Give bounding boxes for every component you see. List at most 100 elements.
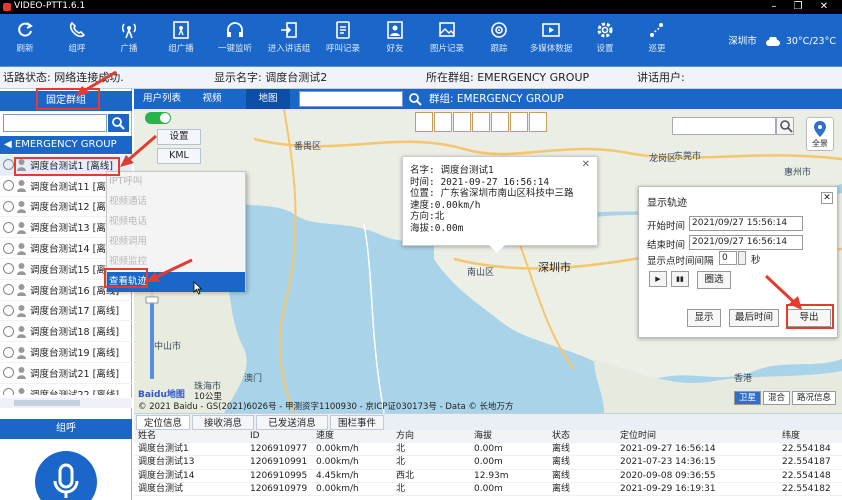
column-header[interactable]: 纬度 bbox=[782, 430, 842, 443]
table-row[interactable]: 调度台测试1 1206910977 0.00km/h 北 0.00m 离线 20… bbox=[134, 443, 842, 457]
map-place-search-input[interactable] bbox=[672, 117, 776, 135]
member-item[interactable]: 调度台测试17 [离线] bbox=[0, 301, 132, 322]
group-header[interactable]: ◀ EMERGENCY GROUP bbox=[0, 136, 132, 154]
info-speed: 速度:0.00km/h bbox=[410, 199, 481, 211]
one-key-listen-button[interactable]: 一键监听 bbox=[210, 17, 260, 65]
settings-button[interactable]: 设置 bbox=[580, 17, 630, 65]
push-to-talk-button[interactable] bbox=[35, 451, 97, 500]
table-row[interactable]: 调度台测试13 1206910991 0.00km/h 北 0.00m 离线 2… bbox=[134, 456, 842, 470]
track-button[interactable]: 跟踪 bbox=[474, 17, 524, 65]
track-icon bbox=[491, 22, 507, 38]
broadcast-button[interactable]: 广播 bbox=[104, 17, 154, 65]
restore-icon[interactable]: ❐ bbox=[786, 0, 810, 14]
measure-tool-icon[interactable] bbox=[529, 112, 547, 132]
map-type-traffic[interactable]: 路况信息 bbox=[791, 391, 836, 405]
hexagon-tool-icon[interactable] bbox=[510, 112, 528, 132]
multimedia-button[interactable]: 多媒体数据 bbox=[526, 17, 576, 65]
group-call-tab[interactable]: 组呼 bbox=[0, 419, 132, 439]
table-row[interactable]: 调度台测试14 1206910995 4.45km/h 西北 12.93m 离线… bbox=[134, 470, 842, 483]
map-type-hybrid[interactable]: 混合 bbox=[762, 391, 790, 405]
group-call-button[interactable]: 组呼 bbox=[52, 17, 102, 65]
play-button[interactable]: ▶ bbox=[649, 271, 667, 287]
member-item[interactable]: 调度台测试22 [离线] bbox=[0, 384, 132, 395]
hand-tool-icon[interactable] bbox=[415, 112, 433, 132]
member-item[interactable]: 调度台测试18 [离线] bbox=[0, 321, 132, 343]
end-time-input[interactable]: 2021/09/27 16:56:14 bbox=[689, 235, 803, 250]
member-item[interactable]: 调度台测试19 [离线] bbox=[0, 342, 132, 363]
close-icon[interactable]: ✕ bbox=[582, 159, 590, 171]
map-search-input[interactable] bbox=[299, 91, 403, 107]
map-place-search-button[interactable] bbox=[776, 117, 794, 135]
tab-location-info[interactable]: 定位信息 bbox=[136, 415, 190, 430]
group-broadcast-button[interactable]: 组广播 bbox=[156, 17, 206, 65]
table-row[interactable]: 调度台测试 1206910979 0.00km/h 北 0.00m 离线 202… bbox=[134, 483, 842, 496]
member-search-button[interactable] bbox=[108, 114, 129, 132]
tab-fence-events[interactable]: 围栏事件 bbox=[330, 415, 384, 430]
tab-video[interactable]: 视频 bbox=[192, 89, 232, 109]
select-area-button[interactable]: 圈选 bbox=[697, 271, 731, 289]
menu-item-view-track[interactable]: 查看轨迹 bbox=[107, 272, 245, 292]
column-header[interactable]: 定位时间 bbox=[620, 430, 780, 443]
flag-tool-icon[interactable] bbox=[472, 112, 490, 132]
menu-item-video-monitor[interactable]: 视频监控 bbox=[107, 252, 245, 272]
app-icon bbox=[3, 3, 11, 11]
member-item[interactable]: 调度台测试21 [离线] bbox=[0, 363, 132, 384]
weather-temperature: 30°C/23°C bbox=[785, 36, 836, 47]
refresh-button[interactable]: 刷新 bbox=[0, 17, 50, 65]
menu-item-ipt-call[interactable]: IPT呼叫 bbox=[107, 172, 245, 192]
call-log-button[interactable]: 呼叫记录 bbox=[318, 17, 368, 65]
export-button[interactable]: 导出 bbox=[787, 309, 831, 327]
tab-map[interactable]: 地图 bbox=[246, 89, 290, 109]
column-header[interactable]: 速度 bbox=[316, 430, 394, 443]
close-icon[interactable]: ✕ bbox=[821, 192, 833, 204]
status-bar: 话路状态: 网络连接成功. 显示名字: 调度台测试2 所在群组: EMERGEN… bbox=[0, 67, 842, 89]
enter-talk-group-button[interactable]: 进入讲话组 bbox=[264, 17, 314, 65]
radio-icon bbox=[3, 388, 14, 395]
tab-sent-messages[interactable]: 已发送消息 bbox=[256, 415, 328, 430]
group-name: EMERGENCY GROUP bbox=[14, 139, 117, 150]
circle-tool-icon[interactable] bbox=[491, 112, 509, 132]
show-track-button[interactable]: 显示 bbox=[687, 309, 721, 327]
column-header[interactable]: ID bbox=[250, 430, 314, 443]
close-icon[interactable]: ✕ bbox=[812, 0, 836, 14]
scrollbar-thumb[interactable] bbox=[14, 400, 80, 406]
member-search-input[interactable] bbox=[3, 114, 107, 132]
menu-item-video-call[interactable]: 视频通话 bbox=[107, 192, 245, 212]
tab-received-messages[interactable]: 接收消息 bbox=[192, 415, 254, 430]
column-header[interactable]: 方向 bbox=[396, 430, 472, 443]
interval-spinner[interactable] bbox=[738, 251, 746, 265]
layer-toggle[interactable] bbox=[145, 112, 171, 124]
fixed-group-tab[interactable]: 固定群组 bbox=[0, 91, 132, 111]
interval-input[interactable]: 0 bbox=[719, 251, 737, 265]
menu-item-video-phone[interactable]: 视频电话 bbox=[107, 212, 245, 232]
map-label: 番禺区 bbox=[294, 142, 322, 152]
start-time-input[interactable]: 2021/09/27 15:56:14 bbox=[689, 216, 803, 231]
pause-button[interactable]: ▮▮ bbox=[671, 271, 689, 287]
gear-icon bbox=[597, 22, 613, 38]
person-icon bbox=[18, 388, 25, 395]
interval-unit: 秒 bbox=[751, 255, 761, 266]
polygon-tool-icon[interactable] bbox=[434, 112, 452, 132]
radio-icon bbox=[3, 346, 14, 358]
last-time-button[interactable]: 最后时间 bbox=[729, 309, 779, 327]
target-tool-icon[interactable] bbox=[453, 112, 471, 132]
map-settings-button[interactable]: 设置 bbox=[157, 129, 201, 145]
column-header[interactable]: 海拔 bbox=[474, 430, 550, 443]
panorama-button[interactable]: 全景 bbox=[806, 117, 834, 151]
kml-button[interactable]: KML bbox=[157, 148, 201, 164]
current-group: 所在群组: EMERGENCY GROUP bbox=[426, 71, 590, 84]
column-header[interactable]: 姓名 bbox=[138, 430, 248, 443]
column-header[interactable]: 状态 bbox=[552, 430, 618, 443]
tab-user-list[interactable]: 用户列表 bbox=[136, 89, 188, 109]
map-type-satellite[interactable]: 卫星 bbox=[733, 391, 761, 405]
member-list-scrollbar[interactable] bbox=[0, 398, 132, 408]
picture-log-button[interactable]: 图片记录 bbox=[422, 17, 472, 65]
patrol-button[interactable]: 巡更 bbox=[632, 17, 682, 65]
map-search-button[interactable] bbox=[405, 91, 425, 107]
friend-button[interactable]: 好友 bbox=[370, 17, 420, 65]
speaker-user: 讲话用户: bbox=[637, 71, 685, 84]
menu-item-video-invoke[interactable]: 视频调用 bbox=[107, 232, 245, 252]
minimize-icon[interactable]: – bbox=[762, 0, 786, 14]
map-label: 南山区 bbox=[467, 268, 495, 278]
map-label: 龙岗区 bbox=[649, 154, 677, 164]
